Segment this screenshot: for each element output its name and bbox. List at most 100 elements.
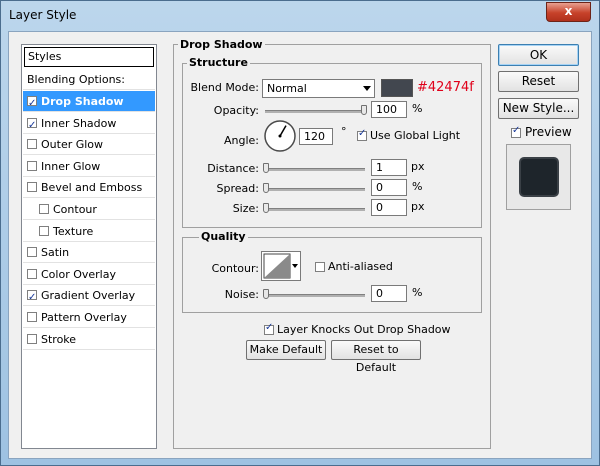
- spread-input[interactable]: 0: [371, 179, 407, 196]
- make-default-button[interactable]: Make Default: [246, 340, 326, 360]
- spread-slider-thumb[interactable]: [263, 183, 269, 193]
- spread-slider-track[interactable]: [265, 188, 365, 191]
- blend-mode-select[interactable]: Normal: [262, 79, 375, 98]
- preview-label: Preview: [525, 125, 572, 139]
- preview-swatch: [521, 159, 557, 195]
- style-item-checkbox[interactable]: [27, 247, 37, 258]
- style-item-inner-glow[interactable]: Inner Glow: [23, 156, 155, 177]
- opacity-slider-thumb[interactable]: [361, 105, 367, 115]
- close-button[interactable]: x: [546, 2, 591, 22]
- contour-picker[interactable]: [261, 251, 301, 281]
- style-item-label: Contour: [53, 203, 97, 216]
- opacity-label: Opacity:: [213, 104, 259, 117]
- new-style-button[interactable]: New Style...: [498, 98, 579, 119]
- style-preview: [506, 144, 571, 210]
- style-item-label: Pattern Overlay: [41, 311, 127, 324]
- spread-label: Spread:: [216, 182, 259, 195]
- preview-checkbox[interactable]: [511, 125, 521, 138]
- window-title: Layer Style: [9, 8, 77, 22]
- style-item-checkbox[interactable]: [27, 93, 37, 114]
- color-hex-label: #42474f: [417, 80, 474, 95]
- opacity-input[interactable]: 100: [371, 101, 407, 118]
- reset-button[interactable]: Reset: [498, 71, 579, 92]
- blending-options-item[interactable]: Blending Options: Default: [23, 69, 155, 107]
- noise-input[interactable]: 0: [371, 285, 407, 302]
- contour-label: Contour:: [211, 262, 259, 275]
- size-unit: px: [411, 200, 425, 213]
- distance-unit: px: [411, 160, 425, 173]
- styles-header[interactable]: Styles: [24, 47, 154, 67]
- size-input[interactable]: 0: [371, 199, 407, 216]
- spread-unit: %: [412, 180, 423, 193]
- angle-label: Angle:: [223, 134, 259, 147]
- style-item-inner-shadow[interactable]: Inner Shadow: [23, 113, 155, 136]
- style-item-checkbox[interactable]: [27, 182, 37, 193]
- reset-to-default-button[interactable]: Reset to Default: [331, 340, 421, 374]
- quality-title: Quality: [199, 230, 248, 243]
- ok-button[interactable]: OK: [498, 44, 579, 66]
- style-item-checkbox[interactable]: [27, 268, 37, 279]
- drop-shadow-panel: Drop Shadow Structure Blend Mode: Normal…: [173, 38, 491, 449]
- angle-input[interactable]: 120: [299, 128, 333, 145]
- distance-input[interactable]: 1: [371, 159, 407, 176]
- distance-slider-track[interactable]: [265, 168, 365, 171]
- noise-slider-track[interactable]: [265, 294, 365, 297]
- knocks-out-checkbox[interactable]: [264, 322, 274, 335]
- style-item-contour[interactable]: Contour: [23, 199, 155, 220]
- style-item-stroke[interactable]: Stroke: [23, 329, 155, 350]
- anti-aliased-label: Anti-aliased: [328, 260, 393, 273]
- blend-mode-value: Normal: [267, 82, 307, 95]
- style-item-checkbox[interactable]: [27, 287, 37, 308]
- title-bar[interactable]: Layer Style x: [1, 1, 599, 31]
- style-item-label: Gradient Overlay: [41, 289, 136, 303]
- style-item-checkbox[interactable]: [27, 160, 37, 171]
- panel-title: Drop Shadow: [178, 38, 265, 51]
- use-global-light-checkbox[interactable]: [357, 128, 367, 141]
- style-item-texture[interactable]: Texture: [23, 221, 155, 242]
- style-item-outer-glow[interactable]: Outer Glow: [23, 134, 155, 156]
- structure-title: Structure: [187, 56, 250, 69]
- size-slider-track[interactable]: [265, 208, 365, 211]
- style-item-label: Stroke: [41, 332, 77, 346]
- style-item-label: Outer Glow: [41, 138, 104, 152]
- opacity-slider-track[interactable]: [265, 110, 365, 113]
- style-item-label: Bevel and Emboss: [41, 181, 143, 195]
- blend-mode-label: Blend Mode:: [190, 81, 260, 94]
- chevron-down-icon: [292, 264, 298, 268]
- style-item-bevel-and-emboss[interactable]: Bevel and Emboss: [23, 177, 155, 199]
- knocks-out-label: Layer Knocks Out Drop Shadow: [277, 323, 451, 336]
- size-label: Size:: [232, 202, 259, 215]
- layer-style-window: Layer Style x Styles Blending Options: D…: [0, 0, 600, 466]
- style-item-label: Texture: [53, 224, 94, 238]
- style-item-checkbox[interactable]: [39, 225, 49, 236]
- distance-slider-thumb[interactable]: [263, 163, 269, 173]
- style-item-checkbox[interactable]: [27, 139, 37, 150]
- style-item-pattern-overlay[interactable]: Pattern Overlay: [23, 307, 155, 328]
- style-item-label: Drop Shadow: [41, 95, 124, 108]
- shadow-color-swatch[interactable]: [381, 79, 413, 97]
- quality-group: Quality Contour: Anti-aliased Noise: 0 %: [182, 230, 482, 313]
- style-item-label: Inner Shadow: [41, 116, 117, 130]
- contour-curve-icon: [263, 253, 291, 279]
- distance-label: Distance:: [207, 162, 259, 175]
- style-item-checkbox[interactable]: [27, 312, 37, 322]
- angle-dial[interactable]: [263, 119, 297, 153]
- style-item-label: Satin: [41, 246, 70, 260]
- style-item-checkbox[interactable]: [27, 115, 37, 136]
- structure-group: Structure Blend Mode: Normal #42474f Opa…: [182, 56, 482, 228]
- close-icon: x: [564, 4, 573, 18]
- noise-unit: %: [412, 286, 423, 299]
- opacity-unit: %: [412, 102, 423, 115]
- size-slider-thumb[interactable]: [263, 203, 269, 213]
- style-item-gradient-overlay[interactable]: Gradient Overlay: [23, 285, 155, 308]
- style-item-checkbox[interactable]: [39, 204, 49, 214]
- noise-slider-thumb[interactable]: [263, 289, 269, 299]
- style-item-satin[interactable]: Satin: [23, 242, 155, 264]
- style-item-checkbox[interactable]: [27, 333, 37, 344]
- noise-label: Noise:: [224, 288, 259, 301]
- style-item-drop-shadow[interactable]: Drop Shadow: [23, 91, 155, 114]
- style-item-label: Inner Glow: [41, 159, 101, 173]
- anti-aliased-checkbox[interactable]: [315, 262, 325, 272]
- use-global-light-label: Use Global Light: [370, 129, 461, 142]
- style-item-color-overlay[interactable]: Color Overlay: [23, 264, 155, 285]
